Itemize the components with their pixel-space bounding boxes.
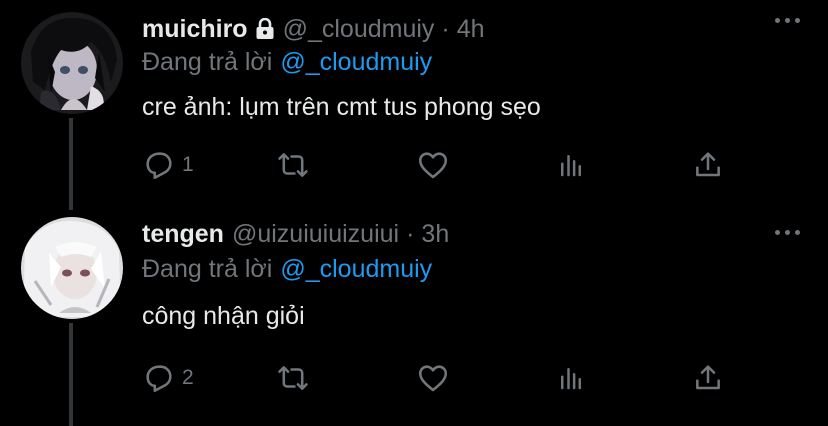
retweet-button[interactable]	[276, 358, 310, 398]
replying-to: Đang trả lời @_cloudmuiy	[142, 254, 432, 284]
retweet-button[interactable]	[276, 145, 310, 185]
dark-haired-anime-avatar-icon	[21, 12, 123, 114]
analytics-button[interactable]	[556, 358, 586, 398]
mention-link[interactable]: @_cloudmuiy	[280, 255, 432, 283]
handle[interactable]: @_cloudmuiy	[283, 14, 435, 44]
lock-icon	[255, 18, 275, 40]
separator: ·	[441, 15, 450, 43]
more-options-icon[interactable]	[775, 18, 800, 23]
handle[interactable]: @uizuiuiuizuiui	[232, 219, 399, 249]
heart-icon	[418, 365, 448, 392]
mention-link[interactable]: @_cloudmuiy	[280, 48, 432, 76]
heart-icon	[418, 152, 448, 179]
like-button[interactable]	[416, 358, 450, 398]
tweet-actions: 1	[142, 145, 742, 185]
reply-count: 2	[182, 366, 194, 389]
analytics-button[interactable]	[556, 145, 586, 185]
timestamp[interactable]: 3h	[421, 219, 449, 249]
reply-icon	[146, 152, 172, 180]
thread-line	[69, 323, 73, 426]
analytics-icon	[561, 368, 581, 390]
replying-prefix: Đang trả lời	[142, 48, 273, 76]
tweet-text: công nhận giỏi	[142, 302, 305, 330]
share-icon	[696, 152, 720, 177]
tweet-text: cre ảnh: lụm trên cmt tus phong sẹo	[142, 93, 541, 121]
replying-to: Đang trả lời @_cloudmuiy	[142, 47, 432, 77]
avatar[interactable]	[21, 217, 123, 319]
reply-icon	[146, 365, 172, 393]
share-button[interactable]	[692, 358, 724, 398]
display-name[interactable]: tengen	[142, 219, 224, 249]
display-name[interactable]: muichiro	[142, 14, 248, 44]
tweet[interactable]: muichiro @_cloudmuiy · 4h Đang trả lời @_…	[0, 0, 828, 210]
like-button[interactable]	[416, 145, 450, 185]
reply-button[interactable]: 1	[142, 145, 194, 185]
reply-count: 1	[182, 153, 194, 176]
tweet[interactable]: tengen @uizuiuiuizuiui · 3h Đang trả lời…	[0, 210, 828, 426]
analytics-icon	[561, 155, 581, 177]
tweet-actions: 2	[142, 358, 742, 398]
retweet-icon	[278, 366, 308, 390]
share-icon	[696, 365, 720, 390]
white-haired-anime-avatar-icon	[21, 217, 123, 319]
replying-prefix: Đang trả lời	[142, 255, 273, 283]
tweet-header: tengen @uizuiuiuizuiui · 3h	[142, 219, 449, 249]
separator: ·	[406, 220, 415, 248]
thread-line	[69, 118, 73, 210]
retweet-icon	[278, 153, 308, 177]
timestamp[interactable]: 4h	[457, 14, 485, 44]
share-button[interactable]	[692, 145, 724, 185]
avatar[interactable]	[21, 12, 123, 114]
reply-button[interactable]: 2	[142, 358, 194, 398]
more-options-icon[interactable]	[775, 230, 800, 235]
tweet-header: muichiro @_cloudmuiy · 4h	[142, 14, 485, 44]
